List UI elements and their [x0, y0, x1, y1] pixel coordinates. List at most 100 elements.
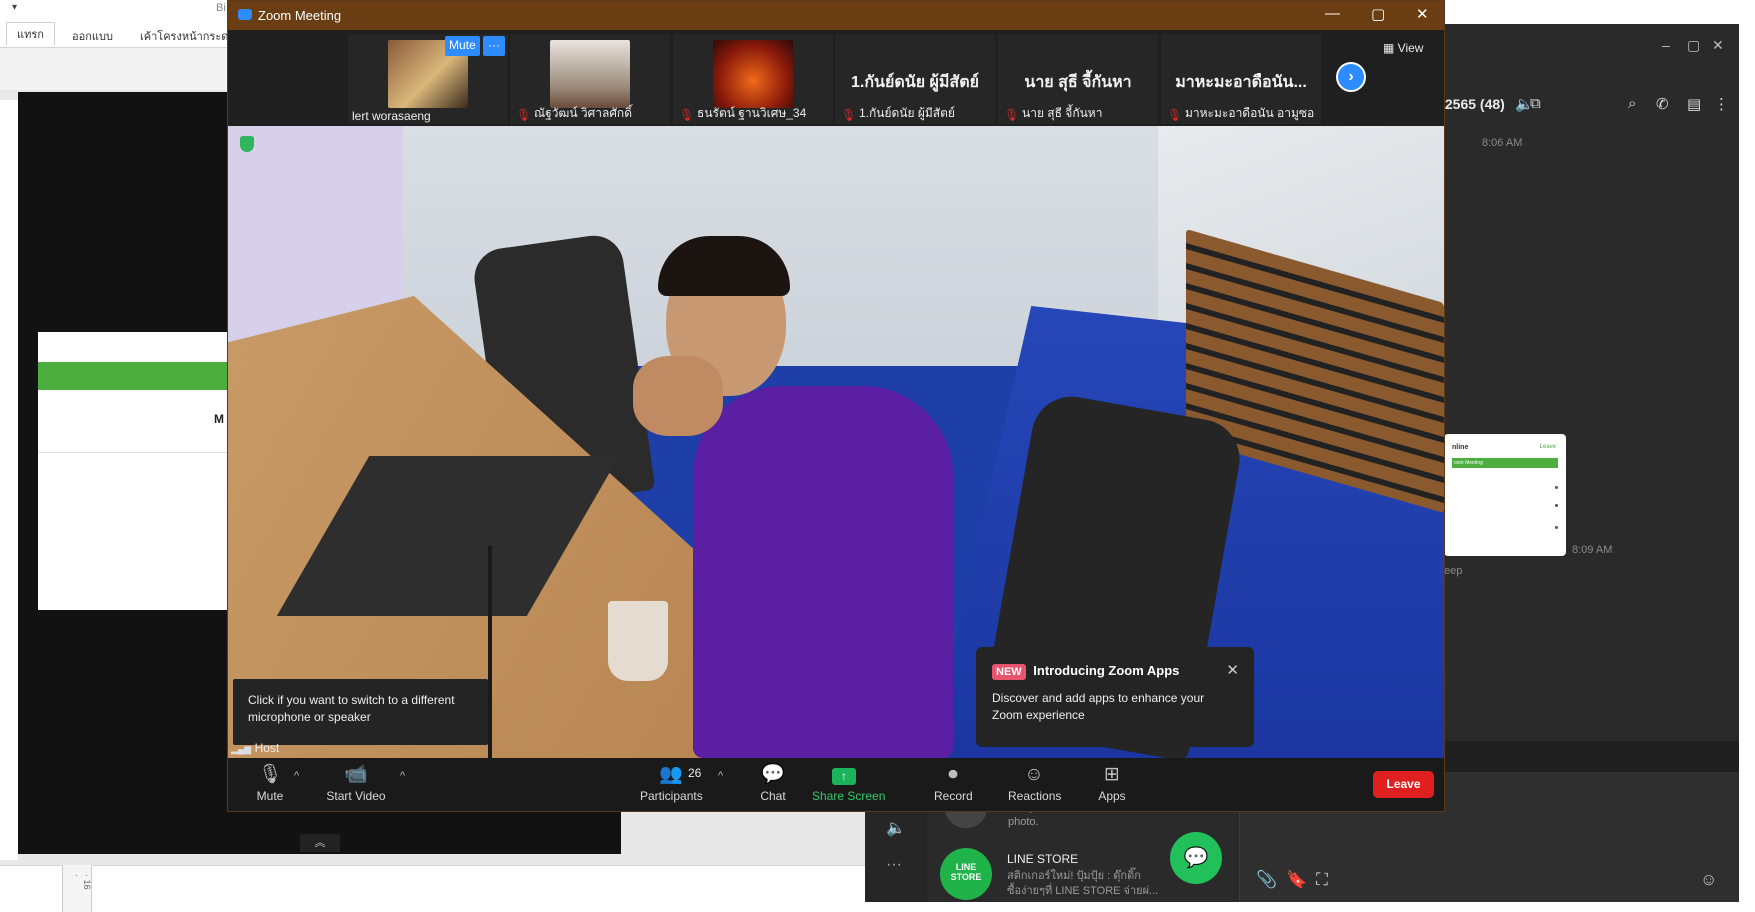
line-card-dot — [1555, 526, 1558, 529]
view-button[interactable]: ▦ View — [1383, 41, 1423, 55]
vertical-ruler-mark: · 16 · — [72, 874, 92, 890]
line-sidebar-more-icon[interactable]: ··· — [886, 856, 902, 874]
start-video-button[interactable]: 📹 Start Video — [326, 764, 386, 803]
zoom-titlebar: Zoom Meeting — ▢ ✕ — [228, 1, 1444, 30]
popup-close-icon[interactable]: ✕ — [1226, 661, 1239, 679]
line-chat-item-sub: ซื้อง่ายๆที่ LINE STORE จ่ายผ่... — [1007, 885, 1159, 897]
gallery-next-icon[interactable]: › — [1336, 62, 1366, 92]
zoom-close-button[interactable]: ✕ — [1416, 5, 1429, 23]
line-crop-icon[interactable]: ⛶ — [1316, 870, 1328, 890]
participant-tile[interactable]: 1.กันย์ดนัย ผู้มีสัตย์ 🎙 1.กันย์ดนัย ผู้… — [835, 34, 995, 124]
chat-icon: 💬 — [761, 764, 785, 785]
line-card-green-bar: oom Meeting — [1452, 458, 1558, 468]
line-message-time: 8:09 AM — [1572, 544, 1613, 556]
participant-name: ธนรัตน์ ฐานวิเศษ_34 — [697, 106, 807, 120]
line-keep-label: eep — [1444, 565, 1463, 577]
zoom-window: Zoom Meeting — ▢ ✕ lert worasaeng 🎙 ณัฐว… — [227, 0, 1445, 812]
line-notes-icon[interactable]: ▤ — [1687, 95, 1701, 113]
line-new-chat-button[interactable]: 💬 — [1170, 832, 1222, 884]
line-close-button[interactable]: ✕ — [1712, 37, 1724, 54]
video-options-chevron-icon[interactable]: ^ — [400, 770, 405, 782]
host-label-text: Host — [254, 741, 280, 755]
zoom-maximize-button[interactable]: ▢ — [1371, 5, 1385, 23]
participants-chevron-icon[interactable]: ^ — [718, 770, 723, 782]
apps-button[interactable]: ⊞ Apps — [1096, 764, 1128, 803]
ribbon-tab-insert[interactable]: แทรก — [6, 22, 55, 45]
line-external-icon[interactable]: ⧉ — [1530, 95, 1541, 112]
zoom-apps-popup: NEW Introducing Zoom Apps ✕ Discover and… — [976, 647, 1254, 747]
apps-icon: ⊞ — [1104, 764, 1120, 785]
video-person — [693, 386, 953, 758]
record-icon: ⏺ — [948, 764, 958, 785]
word-page-edge — [0, 100, 18, 860]
embedded-green-bar — [38, 362, 238, 390]
record-label: Record — [934, 789, 973, 803]
participant-tile[interactable]: 🎙 ณัฐวัฒน์ วิศาลศักดิ์ — [510, 34, 670, 124]
host-label: ▂▄▆ Host — [231, 741, 279, 755]
ribbon-tab-design[interactable]: ออกแบบ — [72, 26, 113, 46]
line-emoji-icon[interactable]: ☺ — [1700, 870, 1717, 890]
active-speaker-video — [228, 126, 1444, 758]
embedded-divider — [38, 452, 238, 453]
zoom-camera-icon — [238, 9, 252, 20]
meeting-toolbar: 🎙 Mute ^ 📹 Start Video ^ 👥 Participants … — [228, 758, 1444, 811]
participant-tile[interactable]: มาหะมะอาดือนัน... 🎙 มาหะมะอาดือนัน อามูซ… — [1161, 34, 1321, 124]
line-card-title: nline — [1452, 444, 1469, 451]
line-card-bar-text: oom Meeting — [1454, 460, 1483, 466]
participant-video — [550, 40, 630, 108]
line-search-icon[interactable]: ⌕ — [1628, 95, 1636, 112]
word-vertical-ruler: · 16 · — [62, 865, 92, 912]
line-chat-item-title[interactable]: LINE STORE — [1007, 852, 1078, 866]
line-call-icon[interactable]: ✆ — [1656, 95, 1669, 113]
line-announce-icon[interactable]: 🔈 — [886, 818, 906, 838]
share-screen-button[interactable]: ↑ Share Screen — [812, 764, 886, 803]
participant-name: มาหะมะอาดือนัน อามูซอ — [1185, 106, 1315, 120]
mute-button[interactable]: 🎙 Mute — [256, 764, 284, 803]
participant-tile[interactable]: 🎙 ธนรัตน์ ฐานวิเศษ_34 — [673, 34, 833, 124]
line-attach-icon[interactable]: 📎 — [1256, 870, 1277, 890]
muted-mic-icon: 🎙 — [516, 108, 532, 122]
quick-access-dropdown-icon[interactable]: ▾ — [12, 2, 17, 13]
video-off-icon: 📹 — [344, 764, 368, 785]
participant-more-button[interactable]: ··· — [483, 36, 505, 56]
view-label: View — [1397, 41, 1424, 55]
line-image-message[interactable]: nline Leave oom Meeting — [1444, 434, 1566, 556]
participant-name: lert worasaeng — [352, 109, 431, 123]
participant-name: นาย สุธี จี้กันหา — [1022, 106, 1103, 120]
embedded-collapse-icon: ︽ — [300, 834, 340, 852]
line-store-avatar: LINE STORE — [940, 848, 992, 900]
microphone-icon: 🎙 — [257, 764, 283, 785]
line-card-link: Leave — [1539, 444, 1556, 450]
participant-mute-button[interactable]: Mute — [445, 36, 480, 56]
embedded-text: M — [214, 412, 224, 426]
word-page-bottom — [0, 865, 990, 912]
participant-display-name: 1.กันย์ดนัย ผู้มีสัตย์ — [851, 74, 979, 91]
muted-mic-icon: 🎙 — [1167, 108, 1183, 122]
chat-label: Chat — [760, 789, 786, 803]
leave-button[interactable]: Leave — [1373, 771, 1434, 798]
participant-tile[interactable]: นาย สุธี จี้กันหา 🎙 นาย สุธี จี้กันหา — [998, 34, 1158, 124]
share-screen-label: Share Screen — [812, 789, 886, 803]
popup-body: Discover and add apps to enhance your Zo… — [992, 691, 1205, 722]
zoom-minimize-button[interactable]: — — [1325, 5, 1340, 22]
reactions-label: Reactions — [1008, 789, 1062, 803]
video-cup — [608, 601, 668, 681]
reactions-button[interactable]: ☺ Reactions — [1008, 764, 1062, 803]
line-maximize-button[interactable]: ▢ — [1687, 37, 1700, 54]
signal-bars-icon: ▂▄▆ — [231, 744, 252, 754]
line-bookmark-icon[interactable]: 🔖 — [1286, 870, 1307, 890]
reactions-icon: ☺ — [1024, 764, 1044, 785]
record-button[interactable]: ⏺ Record — [934, 764, 973, 803]
video-person-hand — [633, 356, 723, 436]
video-microphone — [488, 546, 492, 758]
line-message-time: 8:06 AM — [1482, 137, 1523, 149]
encryption-shield-icon[interactable] — [240, 136, 254, 152]
word-doc-name: Bi — [216, 2, 226, 14]
start-video-label: Start Video — [326, 789, 386, 803]
participant-video — [713, 40, 793, 108]
line-chat-title: /2565 (48) — [1441, 96, 1505, 112]
audio-options-chevron-icon[interactable]: ^ — [294, 770, 299, 782]
line-minimize-button[interactable]: – — [1662, 37, 1670, 53]
line-more-icon[interactable]: ⋮ — [1714, 95, 1729, 113]
chat-button[interactable]: 💬 Chat — [758, 764, 788, 803]
